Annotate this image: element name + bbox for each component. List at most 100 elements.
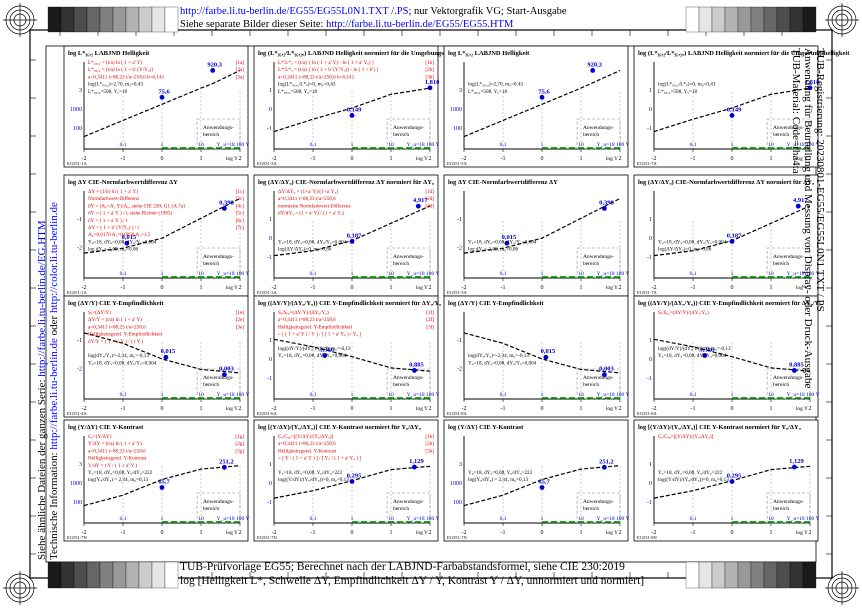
region-label: Anwendungs- xyxy=(203,499,234,505)
formula-line: log(ΔY/ΔYᵤ)=0, m₀=0,86 xyxy=(278,246,332,253)
region-label: bereich xyxy=(393,382,409,388)
formula-tag: [2d] xyxy=(425,196,434,202)
x-axis-label: log Y xyxy=(226,530,238,536)
left-line2-link-1[interactable]: http://farbe.li.tu-berlin.de xyxy=(48,338,60,450)
region-label: bereich xyxy=(393,261,409,267)
formula-line: log(dYᵤ/Yᵤ)=-2,34, m₀=-0,13 xyxy=(468,352,529,359)
gray-step xyxy=(750,6,765,33)
formula-tag: [3d] xyxy=(425,203,434,209)
gray-step xyxy=(164,561,179,589)
gray-step xyxy=(138,6,153,33)
region-label: bereich xyxy=(583,132,599,138)
formula-line: log((dY/Y)/(dYᵤ/Yᵤ))=0, m₀=-0,13 xyxy=(278,345,351,352)
left-line1-link[interactable]: http://farbe.li.tu-berlin.de/EG.HTM xyxy=(36,220,48,376)
x-tick-label: 1 xyxy=(390,156,393,162)
formula-line: Cₑ/Cₑᵤ=[(Y/ΔY)/(Yᵤ/ΔYᵤ)] xyxy=(658,433,714,440)
y-tick-label: 1 xyxy=(269,217,272,223)
data-point xyxy=(412,368,417,373)
region-label: Anwendungs- xyxy=(583,254,614,260)
data-label: 0,149 xyxy=(347,106,362,113)
y-tick-label: 100 xyxy=(453,500,462,506)
chart-panel: -2 -1 0 1 2log Y0,1 1 10 Y_u=18 100 Y10-1 Anwend… xyxy=(633,419,819,542)
header-link-2[interactable]: http://farbe.li.tu-berlin.de/EG55/EG55.H… xyxy=(326,19,513,30)
region-label: bereich xyxy=(583,506,599,512)
x-tick-label: 0 xyxy=(731,156,734,162)
gray-step xyxy=(47,6,62,33)
data-point xyxy=(602,464,607,470)
x-value-label: 0,1 xyxy=(500,271,507,277)
formula-line: a=0,3411 t=88,23 t/a=258,6 xyxy=(88,448,146,454)
panel-id: EG551-5A xyxy=(447,290,467,295)
y-tick-label: 0 xyxy=(649,357,652,363)
formula-line: log((Y/dY)/(Yᵤ/dYᵤ))=0, m₀=0,13 xyxy=(278,476,349,483)
formula-line: log dYᵤ=-1,09, m₀=0,86 xyxy=(468,247,519,253)
data-point xyxy=(427,85,433,91)
left-vertical-text: Siehe ähnliche Dateien der ganzen Serie:… xyxy=(36,202,60,560)
x-value-label: 0,1 xyxy=(690,271,697,277)
x-tick-label: 0 xyxy=(541,530,544,536)
panel-id: EG551-4A xyxy=(67,411,87,416)
gray-step xyxy=(112,561,127,589)
region-label: Anwendungs- xyxy=(203,375,234,381)
region-label: Anwendungs- xyxy=(583,125,614,131)
gray-step xyxy=(47,561,62,589)
formula-tag: [2f] xyxy=(426,316,434,323)
x-tick-label: -1 xyxy=(121,285,126,291)
formula-line: dY/Y = ( 1 + a' Y ) / ( t Y ) xyxy=(88,338,143,345)
y-tick-label: -1 xyxy=(77,338,82,344)
gray-step xyxy=(802,561,817,589)
data-point xyxy=(163,354,169,360)
formula-line: log(Yᵤ/dYᵤ) = 2,34, m₀=0,13 xyxy=(88,476,148,483)
x-tick-label: 2 xyxy=(619,156,622,162)
header-line-2-text: Siehe separate Bilder dieser Seite: xyxy=(180,19,327,30)
data-label: 65,7 xyxy=(158,479,170,486)
formula-line: = [ Y / ( 1 + a' Y ) ] / [ Yᵤ / ( 1 + a'… xyxy=(278,455,361,462)
formula-line: L*₉₅,₂=508, Yᵤ=18 xyxy=(658,89,698,95)
x-tick-label: 0 xyxy=(731,530,734,536)
header-line-2: Siehe separate Bilder dieser Seite: http… xyxy=(180,19,513,30)
data-label: 0,295 xyxy=(347,472,362,479)
gray-step xyxy=(776,561,791,589)
x-tick-label: 0 xyxy=(161,406,164,412)
x-value-label: 0,1 xyxy=(120,271,127,277)
panel-title: log (ΔY/Y) CIE Y-Empfindlichkeit xyxy=(68,300,164,307)
data-point xyxy=(222,464,227,470)
formula-tag: [1c] xyxy=(236,189,245,195)
panel-title: log (Y/ΔY) CIE Y-Kontrast xyxy=(448,424,524,431)
y-tick-label: 3 xyxy=(459,88,462,94)
formula-line: Helligkeitsgerel. Y-Empfindlichkeit xyxy=(88,331,163,338)
region-label: bereich xyxy=(773,382,789,388)
gray-step xyxy=(698,6,713,33)
left-line2-link-2[interactable]: http://color.li.tu-berlin.de xyxy=(48,202,60,313)
y-tick-label: 1 xyxy=(649,462,652,468)
region-label: bereich xyxy=(203,382,219,388)
formula-line: Sₑ=(ΔY/Y) xyxy=(88,309,111,316)
gray-step xyxy=(776,6,791,33)
data-point xyxy=(412,464,417,470)
x-value-label: 0,1 xyxy=(310,271,317,277)
y-tick-label: 0 xyxy=(649,236,652,242)
panel-title: log (Y/ΔY) CIE Y-Kontrast xyxy=(68,424,144,431)
x-tick-label: 2 xyxy=(429,285,432,291)
y-tick-label: 0 xyxy=(649,481,652,487)
data-point xyxy=(349,239,355,244)
left-line2-or: oder xyxy=(48,313,60,339)
x-tick-label: -1 xyxy=(121,406,126,412)
x-tick-label: -1 xyxy=(691,406,696,412)
panel-id: EG551-3A xyxy=(257,161,277,166)
footer-line-1: TUB-Prüfvorlage EG55; Berechnet nach der… xyxy=(180,561,625,573)
chart-panel: -2 -1 0 1 2log Y0,1 1 10 Y_u=18 100 Y10-1 Anwend… xyxy=(253,419,439,542)
formula-line: Normfarbwert-Differenz xyxy=(88,195,140,202)
x-tick-label: 2 xyxy=(619,406,622,412)
y-tick-label: 0 xyxy=(269,107,272,113)
region-label: bereich xyxy=(583,382,599,388)
x-tick-label: 1 xyxy=(200,156,203,162)
chart-panel: -2 -1 0 1 2log Y0,1 1 10 Y_u=18 100 Y31000100 An… xyxy=(63,45,249,168)
y-tick-label: 1000 xyxy=(70,107,82,113)
panel-title: log ΔY CIE-Normfarbwertdifferenz ΔY xyxy=(448,179,558,186)
gray-step xyxy=(60,6,75,33)
x-tick-label: 1 xyxy=(580,530,583,536)
data-point xyxy=(590,68,596,73)
header-link-1[interactable]: http://farbe.li.tu-berlin.de/EG55/EG55L0… xyxy=(180,6,408,17)
x-tick-label: 0 xyxy=(541,285,544,291)
